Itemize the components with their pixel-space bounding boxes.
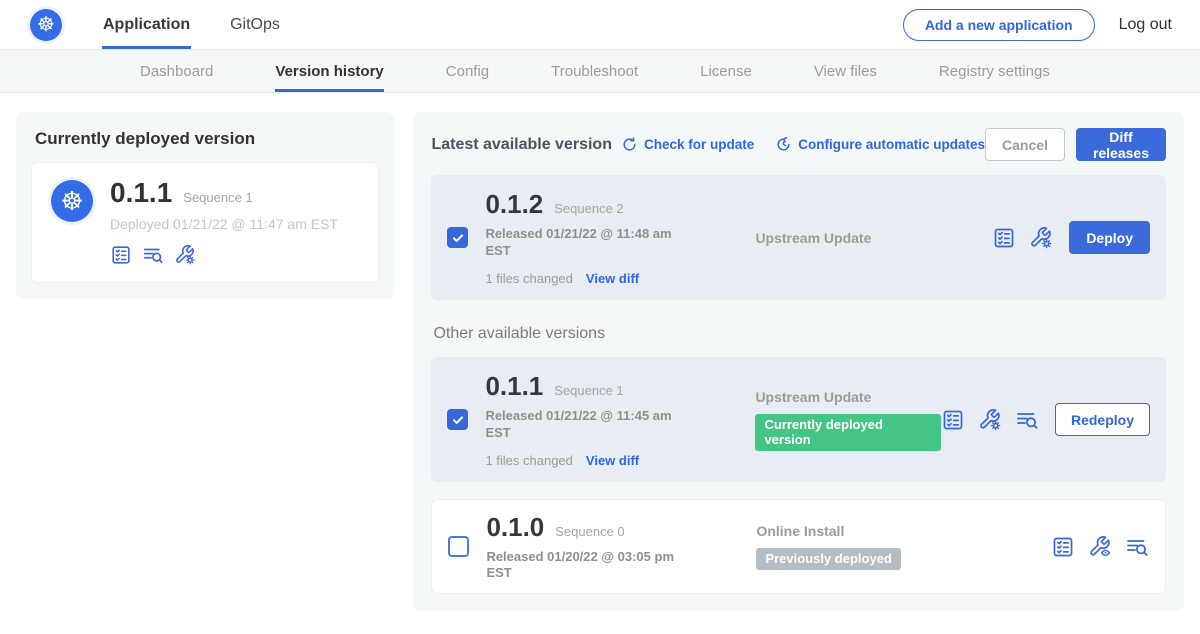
subtab-dashboard[interactable]: Dashboard (140, 50, 213, 92)
other-versions-title: Other available versions (433, 325, 1166, 343)
currently-deployed-badge: Currently deployed version (755, 414, 941, 451)
current-version-info: 0.1.1 Sequence 1 Deployed 01/21/22 @ 11:… (110, 177, 338, 266)
view-config-icon[interactable] (1088, 535, 1112, 559)
top-nav: ☸ Application GitOps Add a new applicati… (0, 0, 1200, 50)
diff-releases-button[interactable]: Diff releases (1076, 128, 1166, 161)
edit-config-icon[interactable] (978, 408, 1002, 432)
main-content: Currently deployed version ☸ 0.1.1 Seque… (0, 93, 1200, 611)
sequence-label: Sequence 1 (554, 383, 623, 398)
release-row-0-1-1: 0.1.1 Sequence 1 Released 01/21/22 @ 11:… (431, 357, 1166, 482)
subtab-version-history[interactable]: Version history (275, 50, 383, 92)
preflight-checks-icon[interactable] (992, 226, 1016, 250)
configure-automatic-updates-link[interactable]: Configure automatic updates (775, 136, 985, 153)
version-number: 0.1.1 (485, 371, 543, 402)
release-source: Upstream Update Currently deployed versi… (689, 389, 941, 451)
latest-available-title: Latest available version (431, 136, 612, 154)
auto-update-clock-icon (775, 136, 792, 153)
release-row-0-1-2: 0.1.2 Sequence 2 Released 01/21/22 @ 11:… (431, 175, 1166, 300)
released-timestamp: Released 01/21/22 @ 11:48 am (485, 226, 689, 242)
checkmark-icon (451, 413, 465, 427)
current-version-actions (110, 244, 338, 266)
check-for-update-link[interactable]: Check for update (621, 136, 754, 153)
current-version-number: 0.1.1 (110, 177, 172, 209)
tab-application[interactable]: Application (102, 0, 191, 49)
released-timestamp: Released 01/20/22 @ 03:05 pm (486, 549, 690, 565)
subtab-troubleshoot[interactable]: Troubleshoot (551, 50, 638, 92)
previously-deployed-badge: Previously deployed (756, 548, 900, 570)
view-diff-link[interactable]: View diff (586, 453, 639, 468)
logs-icon[interactable] (142, 244, 164, 266)
current-sequence-label: Sequence 1 (183, 190, 252, 205)
released-timestamp: Released 01/21/22 @ 11:45 am (485, 408, 689, 424)
kubernetes-logo: ☸ (27, 6, 65, 44)
release-source: Upstream Update (689, 230, 992, 246)
deploy-button[interactable]: Deploy (1069, 221, 1150, 254)
released-timezone: EST (485, 425, 689, 441)
subtab-view-files[interactable]: View files (814, 50, 877, 92)
preflight-checks-icon[interactable] (110, 244, 132, 266)
version-info: 0.1.0 Sequence 0 Released 01/20/22 @ 03:… (486, 512, 690, 582)
release-actions: Deploy (992, 221, 1150, 254)
cancel-button[interactable]: Cancel (985, 128, 1065, 161)
subtab-registry-settings[interactable]: Registry settings (939, 50, 1050, 92)
latest-available-panel: Latest available version Check for updat… (413, 112, 1184, 611)
files-changed-label: 1 files changed (485, 453, 572, 468)
release-actions (1051, 535, 1149, 559)
release-row-0-1-0: 0.1.0 Sequence 0 Released 01/20/22 @ 03:… (431, 499, 1166, 594)
kubernetes-helm-icon: ☸ (51, 180, 93, 222)
checkmark-icon (451, 231, 465, 245)
release-checkbox[interactable] (447, 227, 468, 248)
configure-automatic-updates-label: Configure automatic updates (798, 137, 985, 152)
source-label: Upstream Update (755, 230, 992, 246)
sequence-label: Sequence 0 (555, 524, 624, 539)
current-version-card: ☸ 0.1.1 Sequence 1 Deployed 01/21/22 @ 1… (31, 162, 379, 283)
deployed-timestamp: Deployed 01/21/22 @ 11:47 am EST (110, 216, 338, 232)
release-actions: Redeploy (941, 403, 1150, 436)
source-label: Upstream Update (755, 389, 941, 405)
logs-icon[interactable] (1015, 408, 1039, 432)
currently-deployed-title: Currently deployed version (35, 129, 379, 149)
source-label: Online Install (756, 523, 1051, 539)
version-number: 0.1.2 (485, 189, 543, 220)
preflight-checks-icon[interactable] (941, 408, 965, 432)
top-nav-tabs: Application GitOps (102, 0, 319, 49)
logout-button[interactable]: Log out (1119, 16, 1172, 34)
currently-deployed-panel: Currently deployed version ☸ 0.1.1 Seque… (16, 112, 394, 299)
tab-gitops[interactable]: GitOps (229, 0, 281, 49)
edit-config-icon[interactable] (174, 244, 196, 266)
preflight-checks-icon[interactable] (1051, 535, 1075, 559)
released-timezone: EST (485, 243, 689, 259)
edit-config-icon[interactable] (1029, 226, 1053, 250)
redeploy-button[interactable]: Redeploy (1055, 403, 1150, 436)
subtab-config[interactable]: Config (446, 50, 489, 92)
release-source: Online Install Previously deployed (690, 523, 1051, 570)
app-sub-nav: Dashboard Version history Config Trouble… (0, 50, 1200, 93)
subtab-license[interactable]: License (700, 50, 752, 92)
view-diff-link[interactable]: View diff (586, 271, 639, 286)
files-changed-label: 1 files changed (485, 271, 572, 286)
release-checkbox[interactable] (447, 409, 468, 430)
sequence-label: Sequence 2 (554, 201, 623, 216)
release-checkbox[interactable] (448, 536, 469, 557)
version-number: 0.1.0 (486, 512, 544, 543)
latest-header: Latest available version Check for updat… (431, 128, 1166, 161)
app-logo: ☸ (48, 177, 96, 225)
version-info: 0.1.2 Sequence 2 Released 01/21/22 @ 11:… (485, 189, 689, 286)
refresh-icon (621, 136, 638, 153)
top-nav-right: Add a new application Log out (903, 9, 1172, 41)
check-for-update-label: Check for update (644, 137, 754, 152)
released-timezone: EST (486, 565, 690, 581)
version-info: 0.1.1 Sequence 1 Released 01/21/22 @ 11:… (485, 371, 689, 468)
kubernetes-helm-icon: ☸ (30, 9, 62, 41)
logs-icon[interactable] (1125, 535, 1149, 559)
add-application-button[interactable]: Add a new application (903, 9, 1095, 41)
